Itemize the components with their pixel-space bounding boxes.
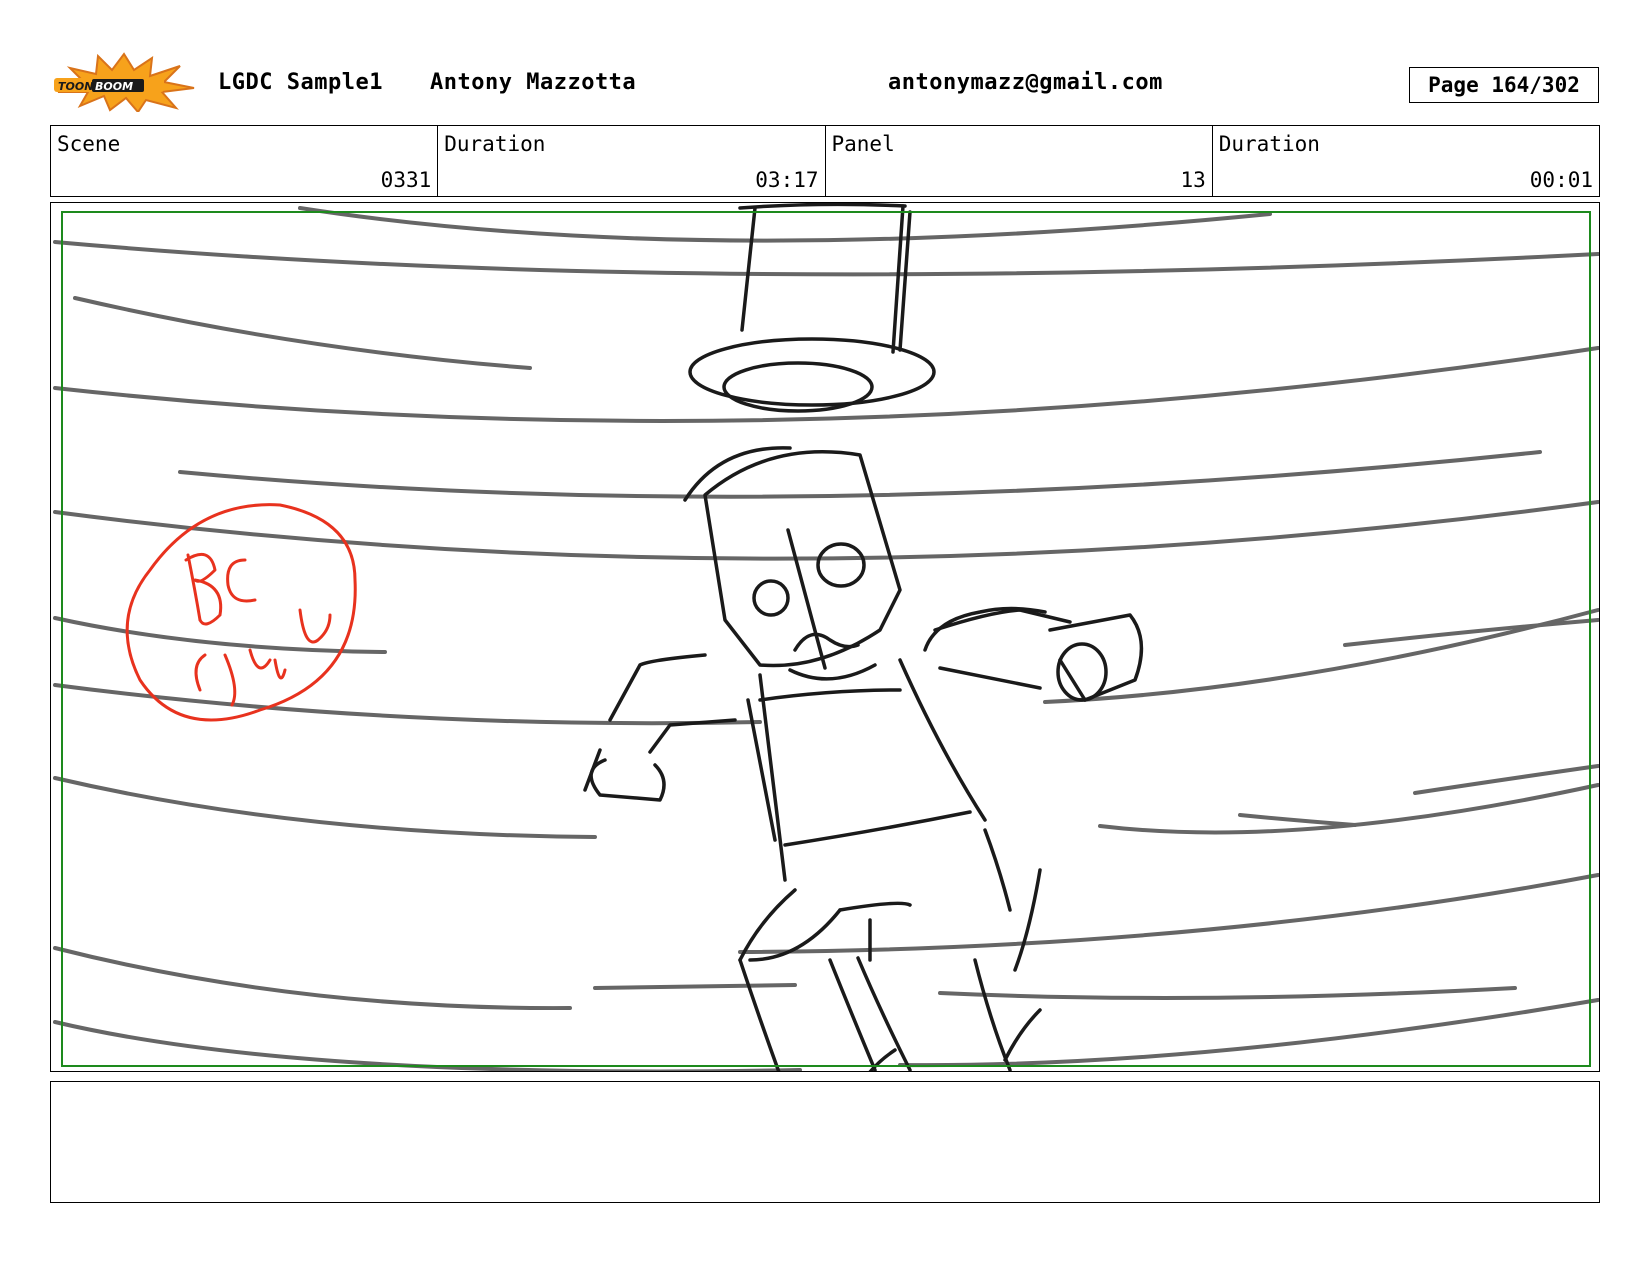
panel-notes-box bbox=[50, 1081, 1600, 1203]
safe-frame bbox=[61, 211, 1591, 1067]
